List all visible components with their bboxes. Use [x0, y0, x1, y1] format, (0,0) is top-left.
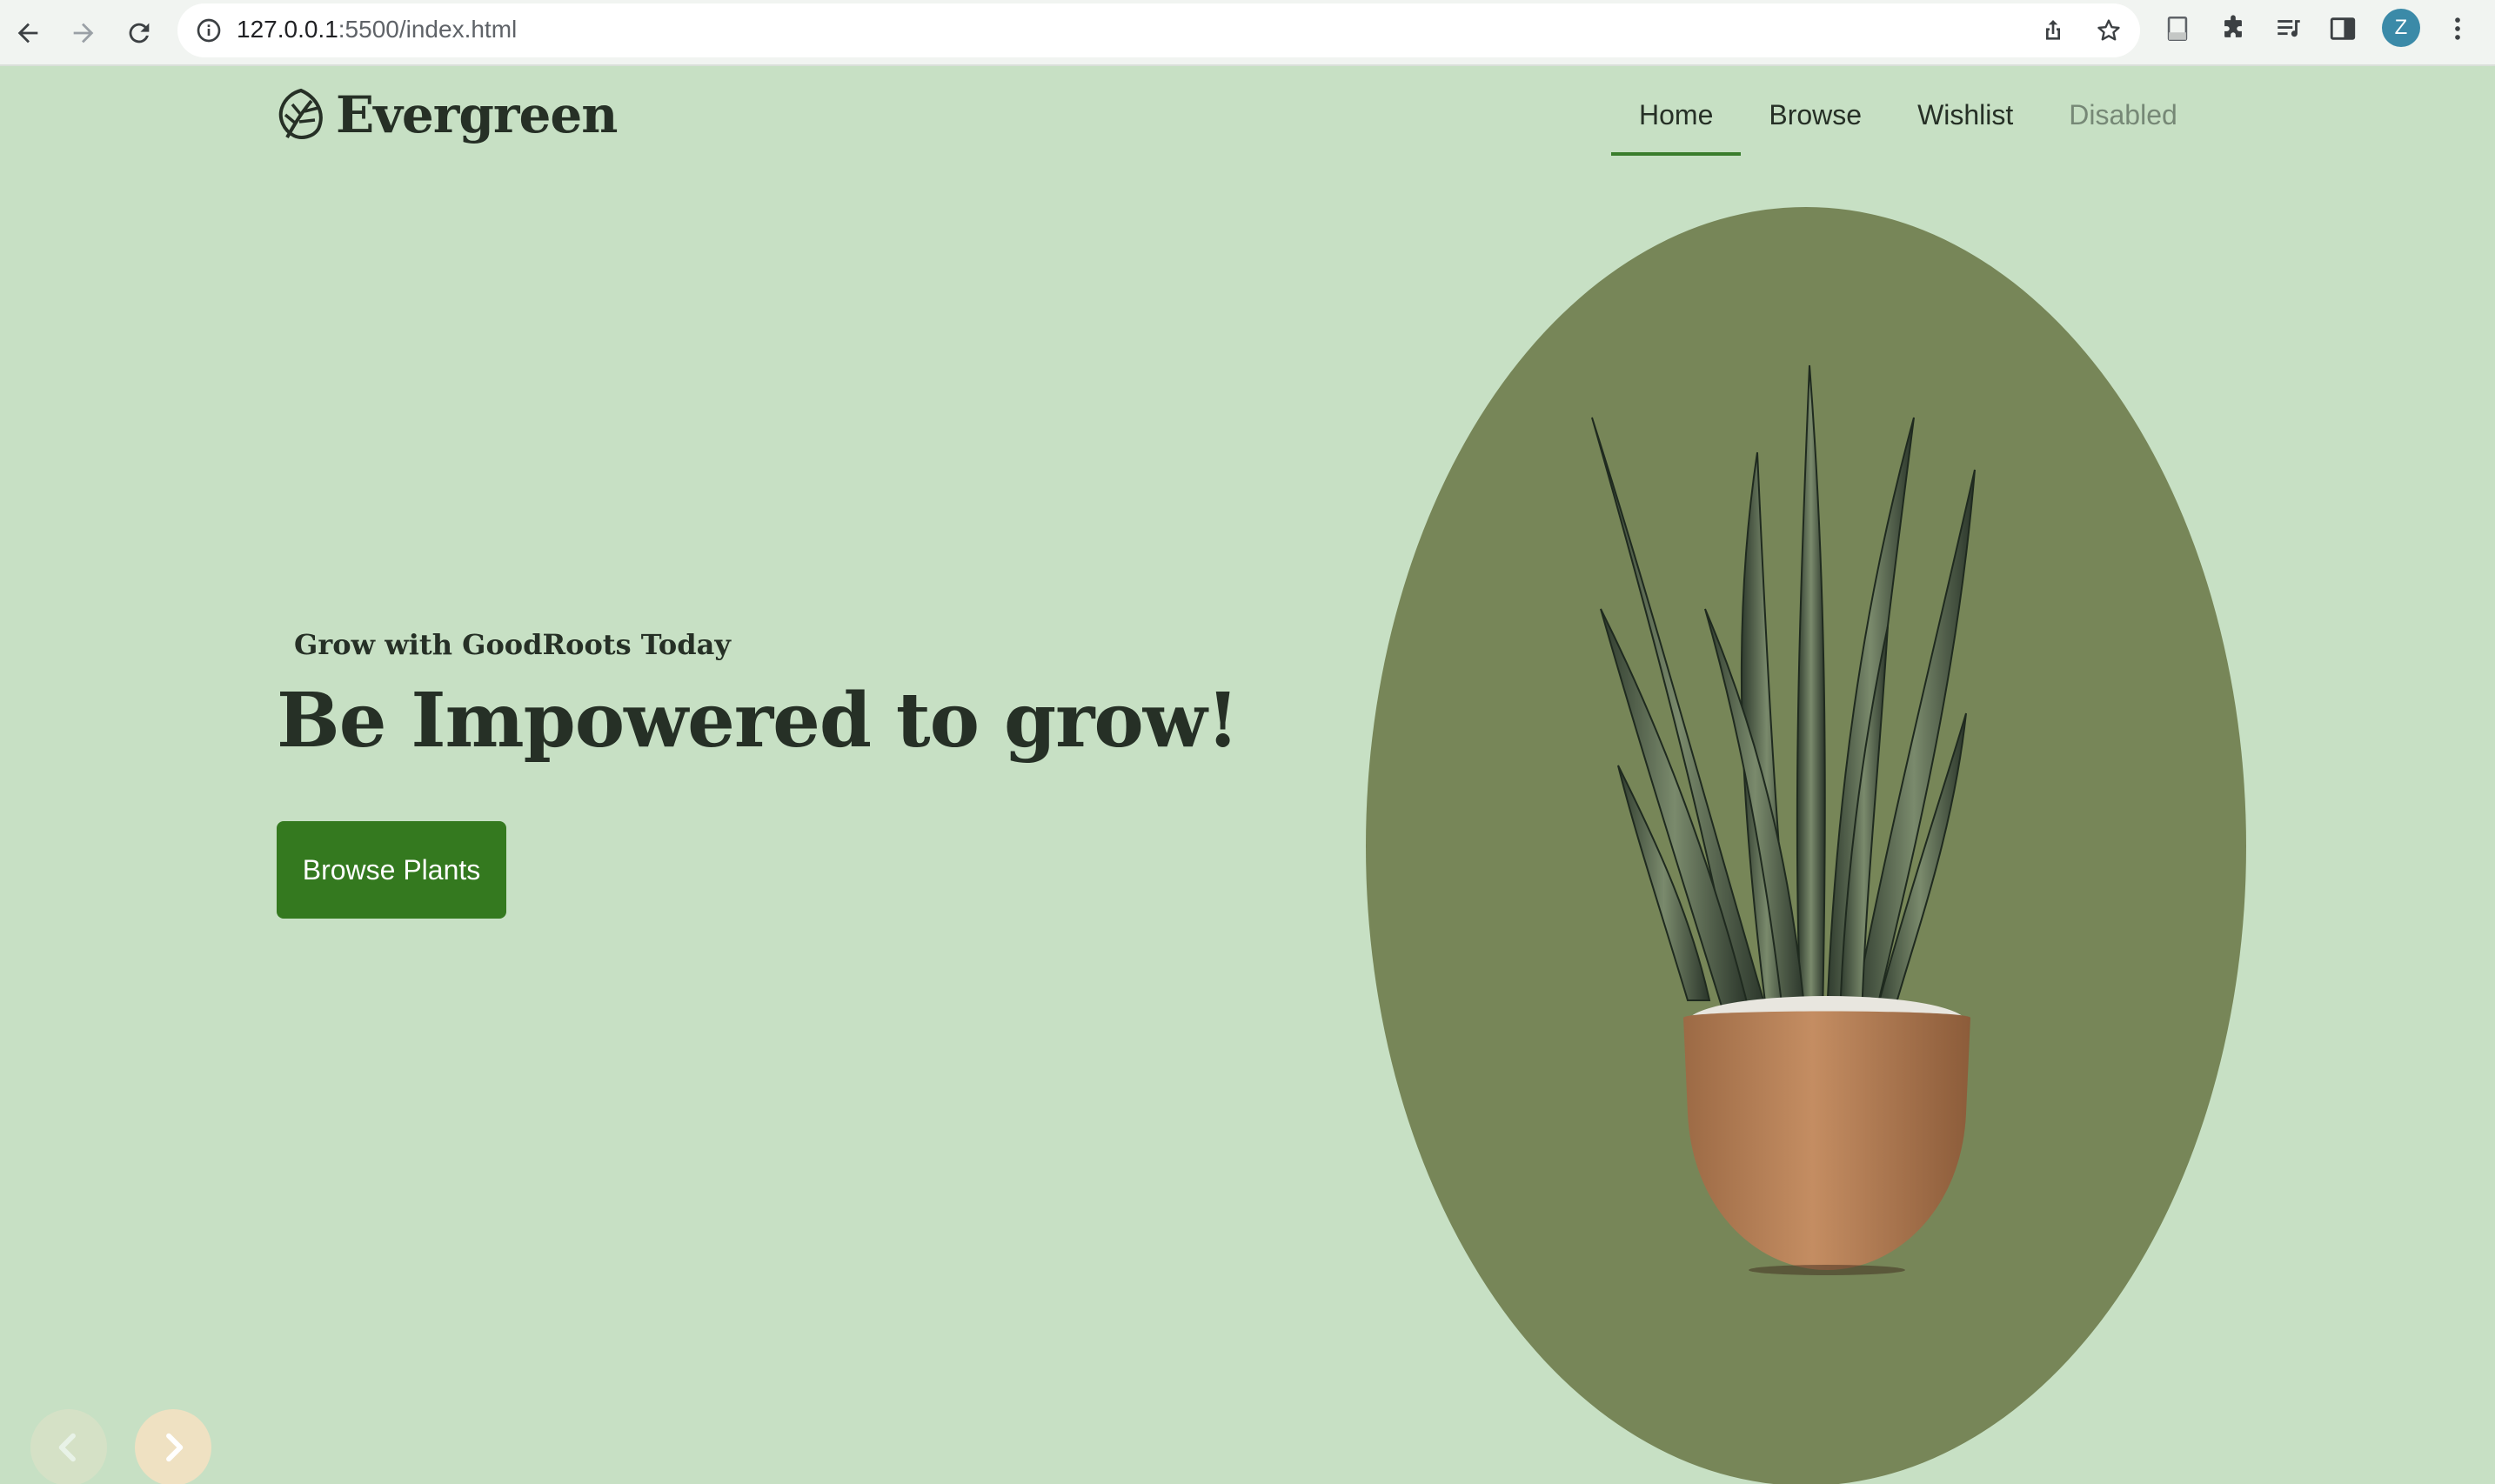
- url-text[interactable]: 127.0.0.1:5500/index.html: [237, 16, 517, 43]
- nav-wishlist[interactable]: Wishlist: [1890, 96, 2041, 156]
- profile-initial: Z: [2394, 16, 2408, 39]
- document-icon: [2167, 16, 2188, 42]
- extensions-button[interactable]: [2218, 14, 2248, 43]
- extensions-puzzle-icon: [2224, 15, 2242, 37]
- site-info-icon[interactable]: [195, 17, 223, 44]
- kebab-menu-icon: [2455, 17, 2460, 40]
- media-controls-button[interactable]: [2274, 14, 2304, 43]
- profile-avatar[interactable]: Z: [2382, 9, 2420, 47]
- forward-arrow-icon: [73, 23, 94, 43]
- hero-plant-image: [1591, 364, 1976, 1275]
- reload-icon: [129, 23, 150, 43]
- document-extension-button[interactable]: [2163, 14, 2192, 43]
- browse-plants-button[interactable]: Browse Plants: [277, 821, 506, 919]
- share-icon[interactable]: [2039, 17, 2067, 44]
- media-queue-icon: [2278, 20, 2300, 37]
- forward-button[interactable]: [59, 9, 108, 57]
- side-panel-button[interactable]: [2328, 14, 2358, 43]
- browser-menu-button[interactable]: [2443, 14, 2472, 43]
- site-logo[interactable]: Evergreen: [275, 85, 618, 144]
- url-path: :5500/index.html: [338, 16, 518, 43]
- leaf-logo-icon: [278, 88, 323, 139]
- back-arrow-icon: [17, 23, 38, 43]
- logo-text: Evergreen: [336, 85, 618, 144]
- side-panel-icon: [2330, 17, 2356, 40]
- back-button[interactable]: [3, 9, 52, 57]
- main-navigation: Home Browse Wishlist Disabled: [1611, 96, 2205, 156]
- browser-toolbar: 127.0.0.1:5500/index.html Z: [0, 0, 2495, 66]
- carousel-next-button[interactable]: [135, 1409, 211, 1484]
- nav-browse[interactable]: Browse: [1741, 96, 1890, 156]
- carousel-prev-button[interactable]: [30, 1409, 107, 1484]
- nav-home[interactable]: Home: [1611, 96, 1742, 156]
- chevron-right-icon: [166, 1433, 184, 1462]
- hero-eyebrow: Grow with GoodRoots Today: [294, 628, 731, 661]
- hero-title: Be Impowered to grow!: [277, 677, 1240, 765]
- url-host: 127.0.0.1: [237, 16, 338, 43]
- address-bar[interactable]: 127.0.0.1:5500/index.html: [177, 3, 2140, 57]
- chevron-left-icon: [58, 1433, 76, 1462]
- nav-disabled: Disabled: [2069, 99, 2177, 130]
- bookmark-star-icon[interactable]: [2095, 17, 2123, 44]
- reload-button[interactable]: [115, 9, 164, 57]
